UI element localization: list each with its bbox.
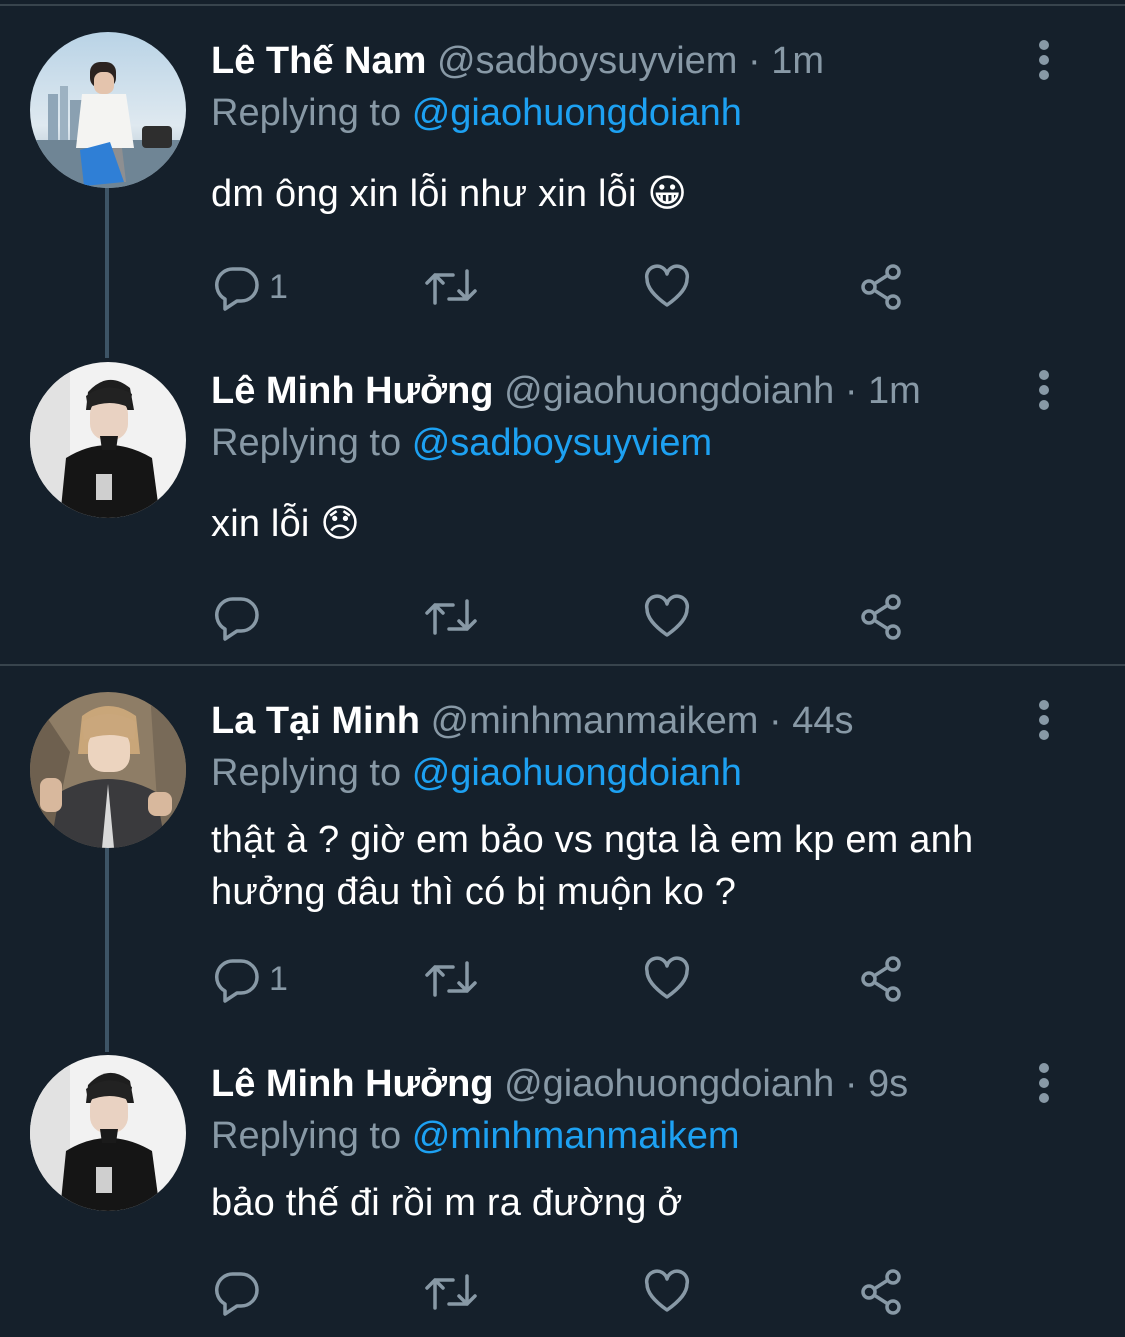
- reply-icon: [213, 1268, 261, 1316]
- tweet-text: bảo thế đi rồi m ra đường ở: [211, 1182, 683, 1224]
- tweet-text: dm ông xin lỗi như xin lỗi 😀: [211, 173, 688, 215]
- timestamp[interactable]: 9s: [868, 1063, 908, 1105]
- replying-to: Replying to @sadboysuyviem: [211, 420, 712, 466]
- like-button[interactable]: [643, 592, 691, 642]
- like-button[interactable]: [643, 262, 691, 312]
- replying-to-handle[interactable]: @sadboysuyviem: [412, 422, 712, 464]
- heart-icon: [643, 1268, 691, 1316]
- conversation-divider: [0, 664, 1125, 666]
- tweet[interactable]: La Tại Minh @minhmanmaikem · 44s Replyin…: [0, 692, 1125, 1022]
- replying-to-label: Replying to: [211, 1115, 402, 1157]
- replying-to: Replying to @giaohuongdoianh: [211, 90, 742, 136]
- reply-icon: [213, 955, 261, 1003]
- tweet[interactable]: Lê Minh Hưởng @giaohuongdoianh · 1m Repl…: [0, 362, 1125, 662]
- heart-icon: [643, 263, 691, 311]
- more-options-icon[interactable]: [1032, 370, 1056, 410]
- replying-to-handle[interactable]: @giaohuongdoianh: [412, 752, 742, 794]
- tweet-actions: [211, 1267, 931, 1327]
- more-options-icon[interactable]: [1032, 700, 1056, 740]
- tweet-header: Lê Minh Hưởng @giaohuongdoianh · 1m: [211, 368, 921, 414]
- retweet-icon: [423, 955, 479, 1003]
- tweet[interactable]: Lê Minh Hưởng @giaohuongdoianh · 9s Repl…: [0, 1055, 1125, 1335]
- avatar[interactable]: [30, 1055, 186, 1211]
- replying-to-handle[interactable]: @minhmanmaikem: [412, 1115, 740, 1157]
- share-icon: [857, 1268, 905, 1316]
- user-handle[interactable]: @minhmanmaikem: [431, 700, 759, 742]
- share-icon: [857, 955, 905, 1003]
- reply-icon: [213, 593, 261, 641]
- user-handle[interactable]: @giaohuongdoianh: [504, 370, 834, 412]
- share-button[interactable]: [857, 1267, 905, 1317]
- share-button[interactable]: [857, 262, 905, 312]
- display-name[interactable]: La Tại Minh: [211, 700, 420, 742]
- share-button[interactable]: [857, 592, 905, 642]
- display-name[interactable]: Lê Minh Hưởng: [211, 370, 494, 412]
- avatar[interactable]: [30, 362, 186, 518]
- user-handle[interactable]: @sadboysuyviem: [437, 40, 737, 82]
- avatar[interactable]: [30, 32, 186, 188]
- retweet-icon: [423, 593, 479, 641]
- tweet-header: La Tại Minh @minhmanmaikem · 44s: [211, 698, 854, 744]
- share-button[interactable]: [857, 954, 905, 1004]
- retweet-button[interactable]: [423, 954, 479, 1004]
- replying-to: Replying to @giaohuongdoianh: [211, 750, 742, 796]
- tweet-actions: 1: [211, 954, 931, 1014]
- more-options-icon[interactable]: [1032, 40, 1056, 80]
- reply-button[interactable]: 1: [213, 954, 288, 1004]
- tweet-header: Lê Minh Hưởng @giaohuongdoianh · 9s: [211, 1061, 908, 1107]
- like-button[interactable]: [643, 1267, 691, 1317]
- retweet-button[interactable]: [423, 262, 479, 312]
- tweet-text: thật à ? giờ em bảo vs ngta là em kp em …: [211, 819, 974, 913]
- top-divider: [0, 4, 1125, 6]
- separator-dot: ·: [844, 1063, 858, 1105]
- share-icon: [857, 593, 905, 641]
- tweet-header: Lê Thế Nam @sadboysuyviem · 1m: [211, 38, 824, 84]
- heart-icon: [643, 593, 691, 641]
- replying-to-label: Replying to: [211, 752, 402, 794]
- retweet-icon: [423, 263, 479, 311]
- tweet-actions: 1: [211, 262, 931, 322]
- display-name[interactable]: Lê Minh Hưởng: [211, 1063, 494, 1105]
- timestamp[interactable]: 1m: [868, 370, 921, 412]
- retweet-button[interactable]: [423, 1267, 479, 1317]
- reply-button[interactable]: 1: [213, 262, 288, 312]
- tweet-actions: [211, 592, 931, 652]
- display-name[interactable]: Lê Thế Nam: [211, 40, 426, 82]
- heart-icon: [643, 955, 691, 1003]
- replying-to-label: Replying to: [211, 92, 402, 134]
- share-icon: [857, 263, 905, 311]
- replying-to-label: Replying to: [211, 422, 402, 464]
- reply-count: 1: [269, 267, 288, 306]
- reply-icon: [213, 263, 261, 311]
- more-options-icon[interactable]: [1032, 1063, 1056, 1103]
- like-button[interactable]: [643, 954, 691, 1004]
- separator-dot: ·: [748, 40, 761, 82]
- reply-count: 1: [269, 959, 288, 998]
- reply-button[interactable]: [213, 592, 269, 642]
- tweet-text: xin lỗi 😞: [211, 503, 361, 545]
- avatar[interactable]: [30, 692, 186, 848]
- retweet-button[interactable]: [423, 592, 479, 642]
- reply-button[interactable]: [213, 1267, 269, 1317]
- timestamp[interactable]: 44s: [792, 700, 853, 742]
- separator-dot: ·: [844, 370, 858, 412]
- user-handle[interactable]: @giaohuongdoianh: [504, 1063, 834, 1105]
- replying-to-handle[interactable]: @giaohuongdoianh: [412, 92, 742, 134]
- separator-dot: ·: [769, 700, 782, 742]
- timestamp[interactable]: 1m: [771, 40, 824, 82]
- retweet-icon: [423, 1268, 479, 1316]
- tweet[interactable]: Lê Thế Nam @sadboysuyviem · 1m Replying …: [0, 32, 1125, 332]
- replying-to: Replying to @minhmanmaikem: [211, 1113, 740, 1159]
